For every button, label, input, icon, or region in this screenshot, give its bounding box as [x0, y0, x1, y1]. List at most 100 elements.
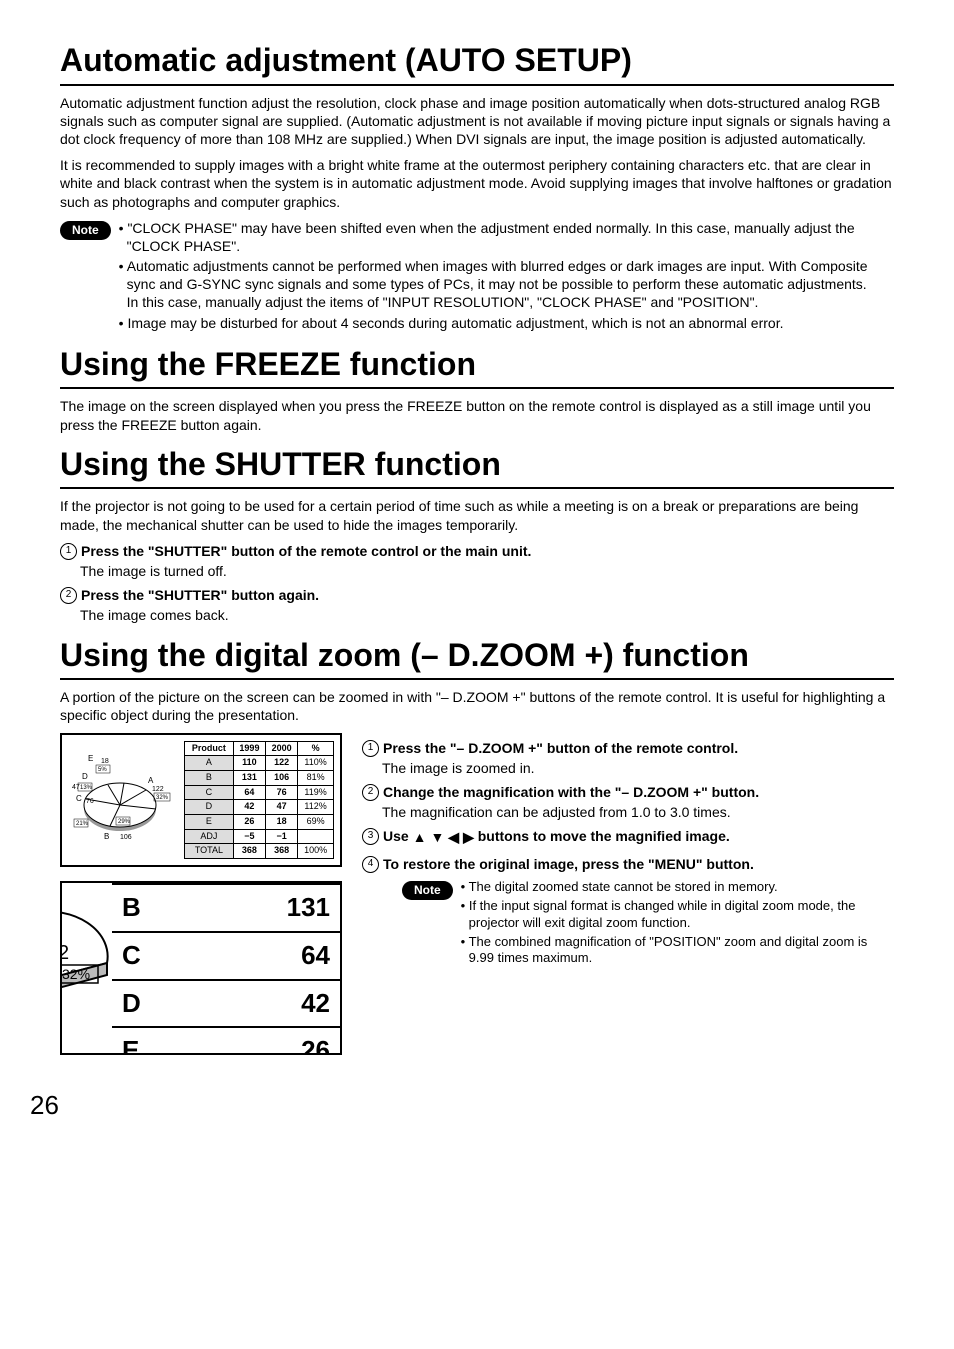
svg-text:A: A [148, 776, 154, 785]
table-cell: −1 [266, 829, 298, 844]
table-cell: 122 [266, 756, 298, 771]
step-title: Change the magnification with the "– D.Z… [383, 783, 759, 801]
arrow-icons: ▲ ▼ ◀ ▶ [413, 828, 474, 846]
auto-setup-para2: It is recommended to supply images with … [60, 156, 894, 211]
section-title-auto-setup: Automatic adjustment (AUTO SETUP) [60, 40, 894, 86]
pie-slice-icon: 2 32% [60, 881, 122, 1053]
table-cell: ADJ [185, 829, 234, 844]
table-cell: 112% [298, 800, 334, 815]
arrow-up-icon: ▲ [413, 828, 427, 846]
figure-small-chart: E18 5% D 13% C76 21% 29% B106 A122 32% 4… [60, 733, 342, 868]
table-cell: 47 [266, 800, 298, 815]
step-number-icon: 2 [60, 587, 77, 604]
section-title-shutter: Using the SHUTTER function [60, 444, 894, 490]
svg-text:21%: 21% [76, 821, 89, 827]
step-desc: The image is turned off. [60, 562, 894, 580]
table-header: 2000 [266, 741, 298, 756]
step-title: Press the "SHUTTER" button of the remote… [81, 542, 531, 560]
step-desc: The magnification can be adjusted from 1… [362, 803, 894, 821]
table-header: Product [185, 741, 234, 756]
table-header: 1999 [233, 741, 265, 756]
arrow-down-icon: ▼ [430, 828, 444, 846]
step-title-post: buttons to move the magnified image. [478, 828, 730, 844]
dzoom-step-4: 4 To restore the original image, press t… [362, 855, 894, 873]
svg-text:13%: 13% [80, 785, 93, 791]
table-header: % [298, 741, 334, 756]
note-item: • The combined magnification of "POSITIO… [461, 934, 894, 968]
table-cell: 64 [233, 785, 265, 800]
note-item: • The digital zoomed state cannot be sto… [461, 879, 894, 896]
table-cell [298, 829, 334, 844]
table-cell: 119% [298, 785, 334, 800]
step-title: To restore the original image, press the… [383, 855, 754, 873]
shutter-step-2: 2 Press the "SHUTTER" button again. [60, 586, 894, 604]
dzoom-step-3: 3 Use ▲ ▼ ◀ ▶ buttons to move the magnif… [362, 827, 894, 846]
table-cell: 368 [233, 844, 265, 859]
data-table: Product 1999 2000 % A110122110% B1311068… [184, 741, 334, 860]
table-cell: 110% [298, 756, 334, 771]
note-item: • If the input signal format is changed … [461, 898, 894, 932]
step-desc: The image comes back. [60, 606, 894, 624]
table-cell: −5 [233, 829, 265, 844]
pie-chart-icon: E18 5% D 13% C76 21% 29% B106 A122 32% 4… [68, 741, 178, 851]
zoom-cell: C [112, 932, 199, 980]
step-desc: The image is zoomed in. [362, 759, 894, 777]
table-cell: 26 [233, 814, 265, 829]
auto-setup-notes: • "CLOCK PHASE" may have been shifted ev… [119, 219, 894, 334]
arrow-right-icon: ▶ [463, 828, 474, 846]
step-title-pre: Use [383, 828, 413, 844]
zoom-cell: 131 [199, 884, 340, 932]
note-item: • Automatic adjustments cannot be perfor… [119, 257, 894, 312]
table-cell: 368 [266, 844, 298, 859]
table-cell: 81% [298, 770, 334, 785]
step-title: Press the "– D.ZOOM +" button of the rem… [383, 739, 738, 757]
table-cell: 131 [233, 770, 265, 785]
figure-column: E18 5% D 13% C76 21% 29% B106 A122 32% 4… [60, 733, 342, 1070]
svg-text:E: E [88, 754, 93, 763]
freeze-para: The image on the screen displayed when y… [60, 397, 894, 433]
table-cell: 18 [266, 814, 298, 829]
table-cell: TOTAL [185, 844, 234, 859]
zoom-cell: 26 [199, 1027, 340, 1055]
pie-percent: 32% [62, 966, 90, 982]
table-cell: D [185, 800, 234, 815]
note-badge: Note [60, 221, 111, 241]
section-title-freeze: Using the FREEZE function [60, 344, 894, 390]
dzoom-step-1: 1 Press the "– D.ZOOM +" button of the r… [362, 739, 894, 757]
table-cell: 76 [266, 785, 298, 800]
pie-value: 2 [60, 942, 69, 964]
arrow-left-icon: ◀ [448, 828, 459, 846]
table-cell: E [185, 814, 234, 829]
dzoom-step-2: 2 Change the magnification with the "– D… [362, 783, 894, 801]
table-cell: A [185, 756, 234, 771]
auto-setup-para1: Automatic adjustment function adjust the… [60, 94, 894, 149]
zoom-cell: E [112, 1027, 199, 1055]
table-cell: B [185, 770, 234, 785]
svg-text:122: 122 [152, 786, 164, 793]
step-number-icon: 3 [362, 828, 379, 845]
svg-text:B: B [104, 832, 109, 841]
note-item: • Image may be disturbed for about 4 sec… [119, 314, 894, 332]
dzoom-para: A portion of the picture on the screen c… [60, 688, 894, 724]
note-badge: Note [402, 881, 453, 901]
svg-text:47: 47 [72, 784, 80, 791]
step-number-icon: 2 [362, 784, 379, 801]
table-cell: 69% [298, 814, 334, 829]
zoom-cell: B [112, 884, 199, 932]
svg-text:32%: 32% [156, 795, 169, 801]
svg-text:5%: 5% [98, 767, 107, 773]
svg-text:76: 76 [86, 798, 94, 805]
svg-text:106: 106 [120, 834, 132, 841]
table-cell: 100% [298, 844, 334, 859]
svg-text:18: 18 [101, 758, 109, 765]
shutter-step-1: 1 Press the "SHUTTER" button of the remo… [60, 542, 894, 560]
step-title: Press the "SHUTTER" button again. [81, 586, 319, 604]
table-cell: 42 [233, 800, 265, 815]
dzoom-notes: • The digital zoomed state cannot be sto… [461, 879, 894, 969]
shutter-para: If the projector is not going to be used… [60, 497, 894, 533]
svg-text:D: D [82, 772, 88, 781]
section-title-dzoom: Using the digital zoom (– D.ZOOM +) func… [60, 635, 894, 681]
step-number-icon: 4 [362, 856, 379, 873]
zoom-cell: 64 [199, 932, 340, 980]
figure-zoomed-chart: 2 32% B131 C64 D42 E26 [60, 881, 342, 1055]
